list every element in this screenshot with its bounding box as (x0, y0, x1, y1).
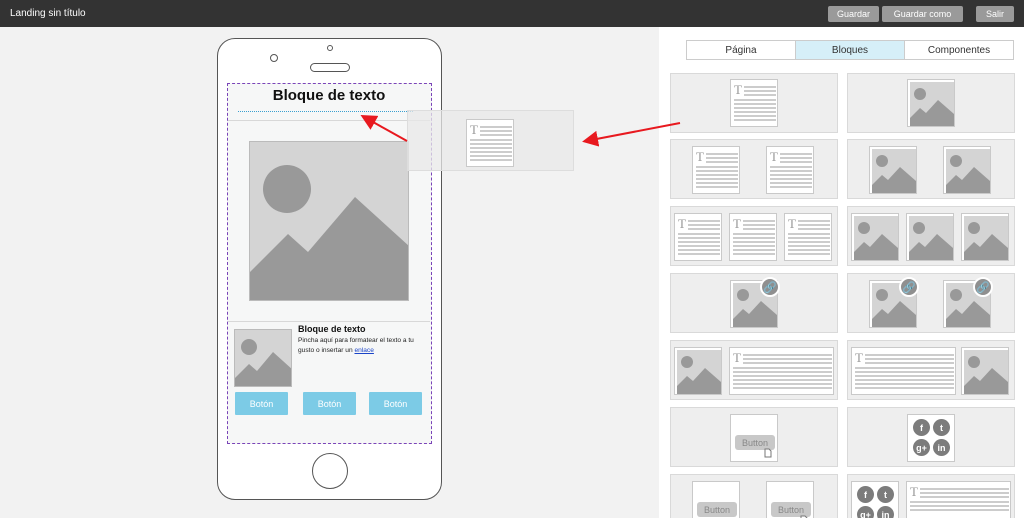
image-icon (851, 213, 899, 261)
facebook-icon: f (913, 419, 930, 436)
block-image-text[interactable]: T (670, 340, 838, 400)
svg-text:T: T (733, 350, 741, 365)
block-button[interactable]: Button (670, 407, 838, 467)
block-two-linked-images[interactable]: 🔗 🔗 (847, 273, 1015, 333)
image-icon (961, 347, 1009, 395)
phone-home-button (312, 453, 348, 489)
text-lines-icon: T (729, 347, 834, 395)
svg-text:T: T (696, 149, 704, 164)
phone-speaker (310, 63, 350, 72)
button-icon: Button (730, 414, 778, 462)
block-two-buttons[interactable]: Button Button (670, 474, 838, 518)
svg-text:T: T (470, 122, 478, 137)
top-bar: Landing sin título Guardar Guardar como … (0, 0, 1024, 27)
text-lines-icon: T (729, 213, 777, 261)
text-lines-icon: T (692, 146, 740, 194)
google-plus-icon: g+ (913, 439, 930, 456)
block-image[interactable] (847, 73, 1015, 133)
image-block[interactable] (249, 141, 409, 301)
image-icon (906, 213, 954, 261)
block-text-image[interactable]: T (847, 340, 1015, 400)
cta-button-1[interactable]: Botón (235, 392, 288, 415)
dragged-text-block[interactable]: T (407, 110, 574, 171)
cta-button-3[interactable]: Botón (369, 392, 422, 415)
cursor-hand-icon (800, 515, 808, 518)
tab-bloques[interactable]: Bloques (796, 41, 905, 59)
google-plus-icon: g+ (857, 506, 874, 518)
heading-text-block[interactable]: Bloque de texto (228, 87, 430, 104)
svg-text:T: T (910, 484, 918, 499)
drop-indicator (238, 111, 413, 112)
facebook-icon: f (857, 486, 874, 503)
text-lines-icon: T (851, 347, 956, 395)
link-icon: 🔗 (973, 277, 993, 297)
social-icons: f t g+ in (851, 481, 899, 518)
linkedin-icon: in (933, 439, 950, 456)
section-divider (228, 321, 430, 322)
text-block-title[interactable]: Bloque de texto (298, 324, 366, 334)
block-social[interactable]: f t g+ in (847, 407, 1015, 467)
text-lines-icon: T (730, 79, 778, 127)
text-block-icon: T (466, 119, 514, 167)
save-as-button[interactable]: Guardar como (882, 6, 963, 22)
text-lines-icon: T (674, 213, 722, 261)
button-icon: Button (692, 481, 740, 518)
cursor-hand-icon (764, 448, 772, 458)
twitter-icon: t (877, 486, 894, 503)
cta-button-2[interactable]: Botón (303, 392, 356, 415)
text-block-link[interactable]: enlace (354, 347, 373, 354)
text-lines-icon: T (470, 122, 512, 161)
save-button[interactable]: Guardar (828, 6, 879, 22)
image-icon (943, 146, 991, 194)
link-icon: 🔗 (899, 277, 919, 297)
svg-text:T: T (855, 350, 863, 365)
text-block-body[interactable]: Pincha aquí para formatear el texto a tu… (298, 336, 426, 356)
link-icon: 🔗 (760, 277, 780, 297)
text-lines-icon: T (766, 146, 814, 194)
image-icon (961, 213, 1009, 261)
block-two-images[interactable] (847, 139, 1015, 199)
image-placeholder-icon (235, 330, 291, 386)
phone-camera (270, 54, 278, 62)
small-image-block[interactable] (234, 329, 292, 387)
tab-componentes[interactable]: Componentes (905, 41, 1013, 59)
text-lines-icon: T (784, 213, 832, 261)
svg-text:T: T (733, 216, 741, 231)
social-icons: f t g+ in (907, 414, 955, 462)
block-text[interactable]: T (670, 73, 838, 133)
panel-tabs: Página Bloques Componentes (686, 40, 1014, 60)
tab-pagina[interactable]: Página (687, 41, 796, 59)
button-chip: Button (697, 502, 737, 517)
text-lines-icon: T (906, 481, 1011, 518)
blocks-panel: Página Bloques Componentes T T T T T T 🔗… (659, 27, 1024, 518)
exit-button[interactable]: Salir (976, 6, 1014, 22)
image-placeholder-icon (250, 142, 408, 300)
button-icon: Button (766, 481, 814, 518)
linkedin-icon: in (877, 506, 894, 518)
block-three-images[interactable] (847, 206, 1015, 266)
block-social-text[interactable]: f t g+ in T (847, 474, 1015, 518)
image-icon (907, 79, 955, 127)
svg-text:T: T (734, 82, 742, 97)
landing-title: Landing sin título (10, 8, 86, 19)
section-divider (228, 120, 430, 121)
block-linked-image[interactable]: 🔗 (670, 273, 838, 333)
image-icon (869, 146, 917, 194)
svg-text:T: T (678, 216, 686, 231)
phone-screen[interactable]: Bloque de texto Bloque de texto Pincha a… (227, 83, 432, 444)
phone-sensor (327, 45, 333, 51)
twitter-icon: t (933, 419, 950, 436)
block-two-texts[interactable]: T T (670, 139, 838, 199)
image-icon (674, 347, 722, 395)
svg-text:T: T (788, 216, 796, 231)
block-three-texts[interactable]: T T T (670, 206, 838, 266)
svg-text:T: T (770, 149, 778, 164)
